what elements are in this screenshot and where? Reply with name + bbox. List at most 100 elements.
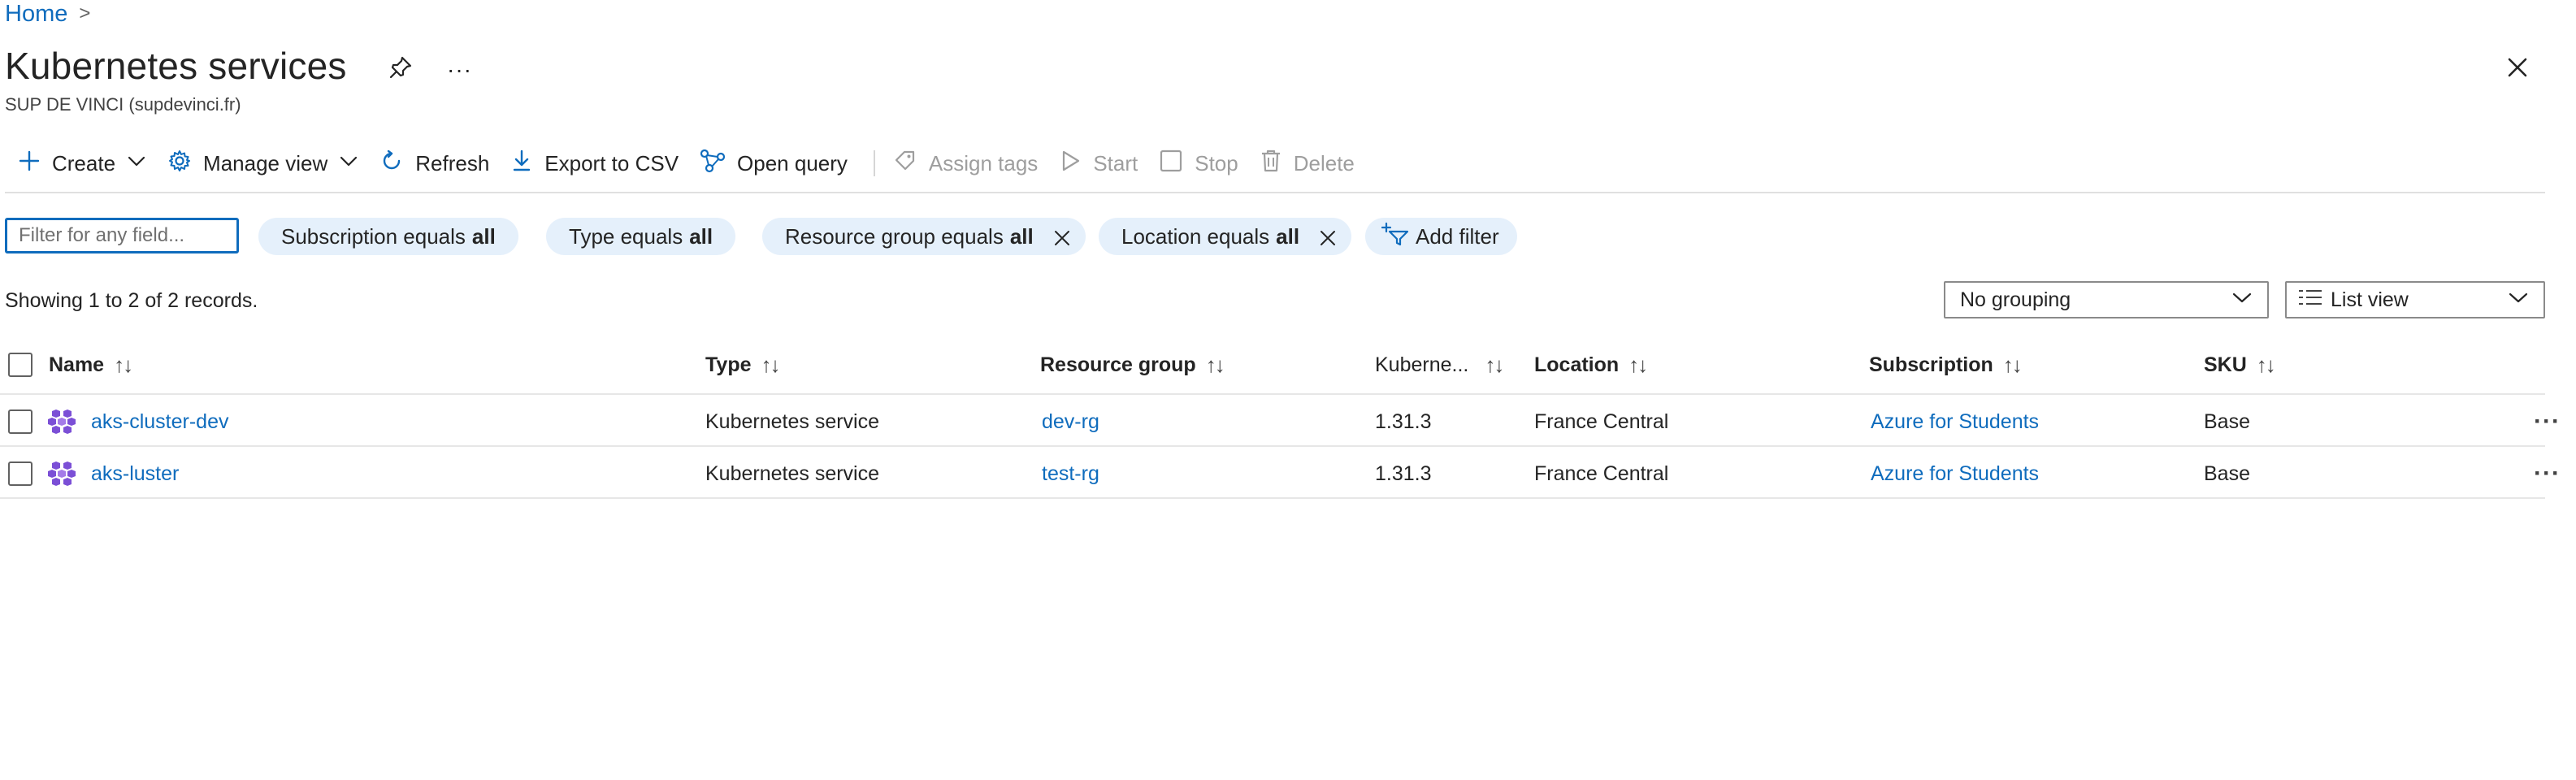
column-resource-group-label: Resource group xyxy=(1040,353,1196,376)
command-bar: Create Manage view Refresh Export to CSV… xyxy=(11,143,1369,184)
column-header-subscription[interactable]: Subscription ↑↓ xyxy=(1869,338,2023,392)
row-more-button[interactable]: ··· xyxy=(2534,448,2561,499)
cell-kubernetes-version: 1.31.3 xyxy=(1375,462,1432,485)
page-title: Kubernetes services xyxy=(5,45,347,87)
cell-sku: Base xyxy=(2204,410,2250,433)
add-filter-button[interactable]: Add filter xyxy=(1365,218,1517,255)
column-location-label: Location xyxy=(1534,353,1620,376)
filter-subscription-label: Subscription equals xyxy=(281,223,466,249)
export-csv-label: Export to CSV xyxy=(544,150,679,176)
add-filter-label: Add filter xyxy=(1416,223,1499,249)
resource-name-link[interactable]: aks-cluster-dev xyxy=(91,396,229,447)
table-row: aks-luster Kubernetes service test-rg 1.… xyxy=(0,448,2576,499)
toolbar-separator xyxy=(873,150,875,176)
page-subtitle: SUP DE VINCI (supdevinci.fr) xyxy=(5,94,241,115)
filter-subscription-value: all xyxy=(471,223,496,249)
gear-icon xyxy=(167,149,192,179)
column-subscription-label: Subscription xyxy=(1869,353,1993,376)
create-button[interactable]: Create xyxy=(11,143,161,184)
plus-icon xyxy=(18,150,41,178)
filter-pill-type[interactable]: Type equals all xyxy=(546,218,736,255)
column-header-type[interactable]: Type ↑↓ xyxy=(705,338,781,392)
column-header-sku[interactable]: SKU ↑↓ xyxy=(2204,338,2276,392)
chevron-down-icon xyxy=(2508,288,2529,313)
filter-pill-location[interactable]: Location equals all xyxy=(1099,218,1352,255)
resource-group-link[interactable]: test-rg xyxy=(1042,448,1099,499)
kubernetes-icon xyxy=(47,396,76,447)
subscription-link[interactable]: Azure for Students xyxy=(1871,448,2039,499)
filter-input[interactable] xyxy=(5,218,239,254)
download-icon xyxy=(510,149,533,179)
pin-icon[interactable] xyxy=(387,54,414,81)
stop-label: Stop xyxy=(1195,150,1238,176)
records-count: Showing 1 to 2 of 2 records. xyxy=(5,289,258,312)
breadcrumb: Home > xyxy=(5,0,90,28)
column-header-name[interactable]: Name ↑↓ xyxy=(49,338,133,392)
assign-tags-button[interactable]: Assign tags xyxy=(887,143,1052,184)
table-row: aks-cluster-dev Kubernetes service dev-r… xyxy=(0,396,2576,447)
delete-label: Delete xyxy=(1293,150,1355,176)
view-value: List view xyxy=(2331,288,2409,311)
chevron-right-icon: > xyxy=(79,2,91,24)
filter-pill-subscription[interactable]: Subscription equals all xyxy=(258,218,518,255)
resource-group-link[interactable]: dev-rg xyxy=(1042,396,1099,447)
chevron-down-icon xyxy=(127,151,146,176)
row-checkbox[interactable] xyxy=(8,410,33,434)
subscription-link[interactable]: Azure for Students xyxy=(1871,396,2039,447)
view-dropdown[interactable]: List view xyxy=(2285,281,2545,318)
refresh-icon xyxy=(379,149,404,179)
filter-type-value: all xyxy=(689,223,713,249)
sort-icon: ↑↓ xyxy=(761,352,781,377)
more-options-button[interactable]: ··· xyxy=(447,57,472,83)
sort-icon: ↑↓ xyxy=(114,352,133,377)
column-kubernetes-label: Kuberne... xyxy=(1375,353,1469,376)
filter-add-icon xyxy=(1381,222,1409,252)
create-label: Create xyxy=(52,150,116,176)
cell-kubernetes-version: 1.31.3 xyxy=(1375,410,1432,433)
close-icon[interactable] xyxy=(1053,228,1071,245)
select-all-checkbox[interactable] xyxy=(8,353,33,377)
open-query-button[interactable]: Open query xyxy=(693,143,862,184)
resource-name-link[interactable]: aks-luster xyxy=(91,448,179,499)
column-header-location[interactable]: Location ↑↓ xyxy=(1534,338,1648,392)
stop-button[interactable]: Stop xyxy=(1152,143,1253,184)
refresh-button[interactable]: Refresh xyxy=(373,143,504,184)
stop-icon xyxy=(1159,149,1183,179)
manage-view-button[interactable]: Manage view xyxy=(161,143,373,184)
filter-resource-group-label: Resource group equals xyxy=(785,223,1004,249)
filter-pill-resource-group[interactable]: Resource group equals all xyxy=(762,218,1086,255)
close-icon[interactable] xyxy=(2504,54,2531,81)
toolbar-divider xyxy=(5,192,2545,193)
breadcrumb-home-link[interactable]: Home xyxy=(5,1,67,28)
column-header-resource-group[interactable]: Resource group ↑↓ xyxy=(1040,338,1225,392)
start-button[interactable]: Start xyxy=(1052,143,1152,184)
row-more-button[interactable]: ··· xyxy=(2534,396,2561,447)
row-checkbox[interactable] xyxy=(8,462,33,486)
assign-tags-label: Assign tags xyxy=(928,150,1039,176)
sort-icon: ↑↓ xyxy=(1205,352,1225,377)
filter-type-label: Type equals xyxy=(569,223,683,249)
column-name-label: Name xyxy=(49,353,105,376)
column-header-kubernetes-version[interactable]: Kuberne... ↑↓ xyxy=(1375,338,1504,392)
grouping-dropdown[interactable]: No grouping xyxy=(1944,281,2269,318)
delete-button[interactable]: Delete xyxy=(1253,143,1369,184)
open-query-label: Open query xyxy=(737,150,848,176)
filter-resource-group-value: all xyxy=(1009,223,1034,249)
close-icon[interactable] xyxy=(1319,228,1337,245)
export-csv-button[interactable]: Export to CSV xyxy=(504,143,693,184)
sort-icon: ↑↓ xyxy=(2256,352,2276,377)
grouping-value: No grouping xyxy=(1960,288,2071,311)
play-icon xyxy=(1059,149,1082,179)
table-divider xyxy=(0,445,2545,447)
filter-location-value: all xyxy=(1276,223,1300,249)
start-label: Start xyxy=(1093,150,1138,176)
sort-icon: ↑↓ xyxy=(1485,352,1504,377)
column-sku-label: SKU xyxy=(2204,353,2247,376)
kubernetes-icon xyxy=(47,448,76,499)
table-divider xyxy=(0,393,2545,395)
query-icon xyxy=(700,149,726,179)
cell-type: Kubernetes service xyxy=(705,410,880,433)
manage-view-label: Manage view xyxy=(203,150,328,176)
cell-location: France Central xyxy=(1534,462,1669,485)
tag-icon xyxy=(893,149,917,179)
